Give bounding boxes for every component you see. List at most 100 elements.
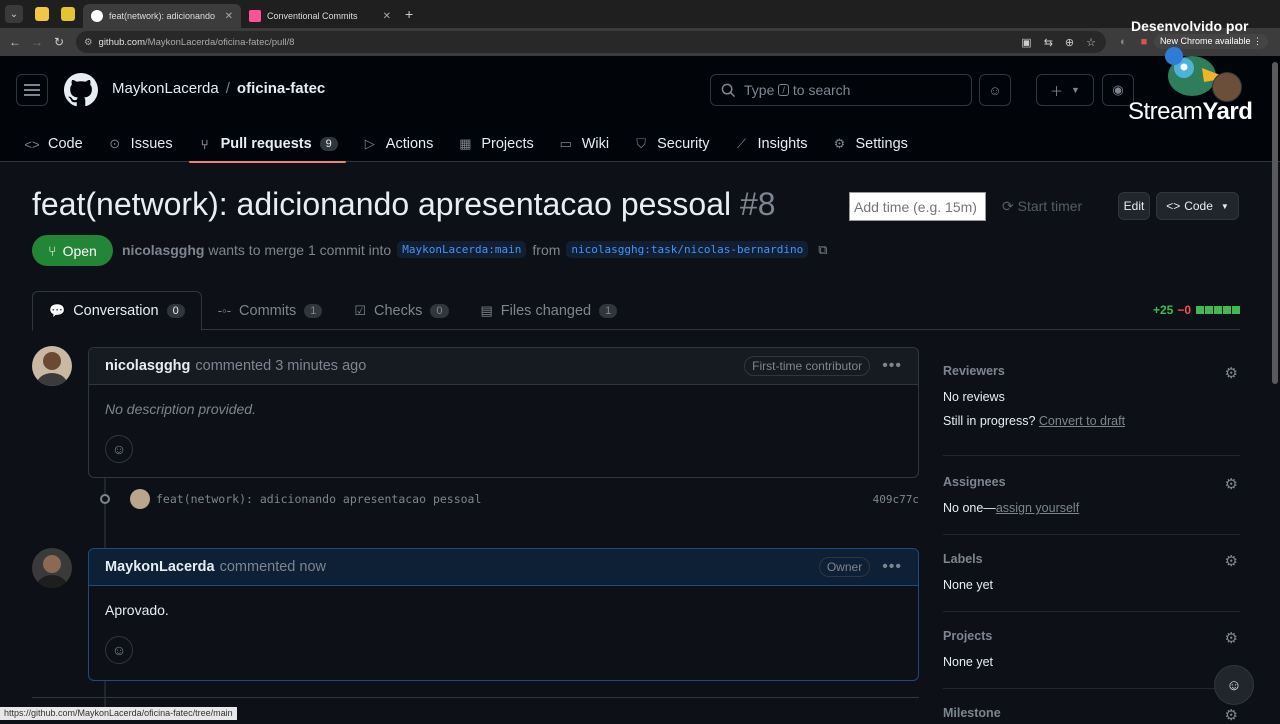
assign-yourself-link[interactable]: assign yourself [996,501,1079,515]
new-tab-icon[interactable]: + [405,6,413,22]
page-title: feat(network): adicionando apresentacao … [32,186,776,222]
extension-icon[interactable]: ◐ [1120,36,1127,48]
menu-button[interactable] [16,74,48,106]
copy-icon[interactable]: ⧉ [818,242,827,258]
tab-commits[interactable]: -◦- Commits 1 [202,291,339,330]
streamyard-wordmark: StreamYard [1128,98,1253,125]
chevron-down-icon: ▼ [1220,201,1229,211]
tab-files-changed[interactable]: ▤ Files changed 1 [465,291,634,330]
add-reaction-button[interactable]: ☺ [105,435,133,463]
comment-author-link[interactable]: nicolasgghg [105,358,190,374]
start-timer-button[interactable]: ⟳ Start timer [1002,198,1082,215]
diffstat[interactable]: +25 −0 [1153,303,1240,317]
issue-icon: ⊙ [109,136,121,151]
streamyard-overlay: Desenvolvido por StreamYard [1128,18,1253,125]
address-bar[interactable]: ⚙ github.com/MaykonLacerda/oficina-fatec… [76,31,1106,53]
head-branch-link[interactable]: nicolasgghg:task/nicolas-bernardino [566,241,809,258]
copilot-button[interactable]: ☺ [979,74,1011,106]
gear-icon[interactable]: ⚙ [1225,475,1238,493]
pr-count-badge: 9 [319,137,338,151]
sidebar-reviewers: Reviewers ⚙ No reviews Still in progress… [943,364,1240,456]
file-diff-icon: ▤ [480,302,493,318]
tab-conversation[interactable]: 💬 Conversation 0 [32,291,202,331]
tab-actions[interactable]: ▷ Actions [354,126,442,162]
kebab-menu-icon[interactable]: ••• [882,357,902,375]
checklist-icon: ☑ [354,302,367,318]
pinned-tab-notes[interactable] [35,7,49,21]
comment-icon: 💬 [49,303,66,318]
commit-author-avatar[interactable] [130,489,150,509]
tab-insights[interactable]: ⟋ Insights [726,126,816,162]
avatar[interactable] [32,548,72,588]
back-icon[interactable]: ← [4,35,26,49]
cast-icon[interactable]: ▣ [1021,36,1031,49]
avatar[interactable] [32,346,72,386]
comment-body: Aprovado. [105,602,169,618]
commit-sha-link[interactable]: 409c77c [873,493,919,506]
tab-projects[interactable]: ▦ Projects [449,126,541,162]
scrollbar[interactable] [1272,62,1278,384]
close-tab-icon[interactable]: ✕ [225,11,233,22]
tab-checks[interactable]: ☑ Checks 0 [338,291,464,330]
tab-issues[interactable]: ⊙ Issues [99,126,181,162]
add-reaction-button[interactable]: ☺ [105,636,133,664]
gear-icon[interactable]: ⚙ [1225,364,1238,382]
zoom-icon[interactable]: ⊕ [1065,36,1074,49]
owner-link[interactable]: MaykonLacerda [112,80,219,97]
comment-author-link[interactable]: MaykonLacerda [105,559,215,575]
browser-tab-pr[interactable]: feat(network): adicionando ✕ [83,4,241,28]
status-bar-url: https://github.com/MaykonLacerda/oficina… [0,707,237,720]
commit-message-link[interactable]: feat(network): adicionando apresentacao … [156,492,481,506]
timer-icon: ⟳ [1002,198,1014,214]
github-favicon-icon [91,10,103,22]
search-input[interactable]: Type / to search [710,74,972,106]
tab-search-button[interactable]: ⌄ [5,5,23,23]
tab-wiki[interactable]: ▭ Wiki [550,126,617,162]
site-info-icon[interactable]: ⚙ [84,37,93,48]
gear-icon[interactable]: ⚙ [1225,552,1238,570]
forward-icon[interactable]: → [26,35,48,49]
repo-link[interactable]: oficina-fatec [237,80,325,97]
repo-nav: <> Code ⊙ Issues ⑂ Pull requests 9 ▷ Actions … [16,126,924,163]
author-link[interactable]: nicolasgghg [122,242,204,258]
comment-timestamp[interactable]: commented 3 minutes ago [195,358,366,374]
close-tab-icon[interactable]: ✕ [383,11,391,22]
gear-icon[interactable]: ⚙ [1225,706,1238,724]
sidebar-projects: Projects ⚙ None yet [943,629,1240,689]
pinned-tab-miro[interactable] [61,7,75,21]
convert-to-draft-link[interactable]: Convert to draft [1039,414,1125,428]
kebab-menu-icon[interactable]: ••• [882,558,902,576]
pull-request-icon: ⑂ [200,136,209,152]
hamburger-icon [24,84,40,96]
issue-opened-icon: ◉ [1112,82,1124,97]
copilot-icon: ☺ [1226,676,1242,694]
github-logo-icon[interactable] [64,73,98,107]
comment-timestamp[interactable]: commented now [220,559,326,575]
comment-body: No description provided. [105,401,256,417]
contributor-badge: First-time contributor [744,356,871,376]
tab-code[interactable]: <> Code [16,126,91,162]
base-branch-link[interactable]: MaykonLacerda:main [397,241,527,258]
bookmark-star-icon[interactable]: ☆ [1086,36,1096,49]
owner-badge: Owner [818,557,871,577]
pr-tabs: 💬 Conversation 0 -◦- Commits 1 ☑ Checks 0 ▤ Fil… [32,291,1240,331]
smiley-icon: ☺ [111,441,127,457]
reload-icon[interactable]: ↻ [48,35,70,49]
tab-pull-requests[interactable]: ⑂ Pull requests 9 [188,126,346,163]
create-new-button[interactable]: ＋ ▼ [1036,74,1094,106]
browser-tab-conventional-commits[interactable]: Conventional Commits ✕ [241,4,399,28]
gear-icon[interactable]: ⚙ [1225,629,1238,647]
comment-header: MaykonLacerda commented now Owner ••• [89,549,918,586]
time-tracking-input[interactable] [849,192,986,221]
tab-security[interactable]: ⛉ Security [625,126,717,162]
user-avatar[interactable] [1212,72,1242,102]
code-dropdown-button[interactable]: <> Code ▼ [1156,192,1239,220]
avatar-image [37,352,67,386]
plus-icon: ＋ [1050,83,1064,99]
copilot-chat-button[interactable]: ☺ [1214,665,1254,705]
edit-title-button[interactable]: Edit [1118,192,1150,220]
search-icon [721,83,736,97]
tab-settings[interactable]: ⚙ Settings [824,126,916,162]
gear-icon: ⚙ [833,136,846,151]
translate-icon[interactable]: ⇆ [1044,36,1053,49]
